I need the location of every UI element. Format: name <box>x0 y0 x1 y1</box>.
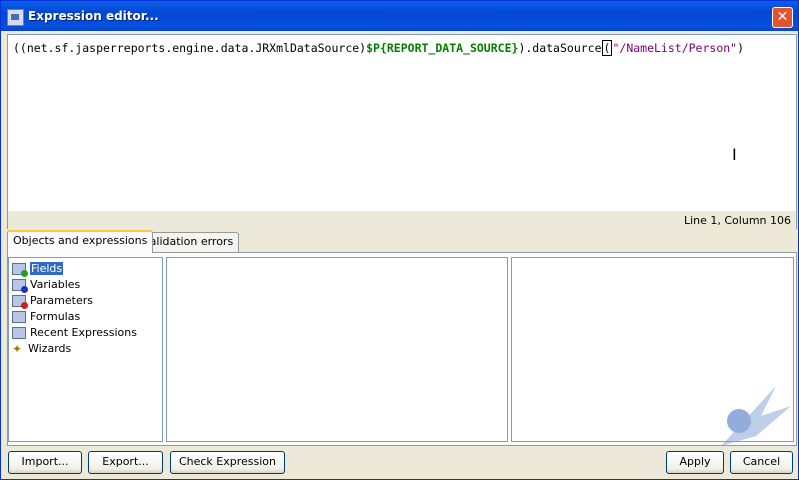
tab-objects-and-expressions[interactable]: Objects and expressions <box>7 230 154 253</box>
folder-blue-icon <box>12 279 28 293</box>
tree-item-label: Parameters <box>30 294 93 307</box>
folder-green-icon <box>12 263 28 277</box>
title-bar[interactable]: Expression editor... ✕ <box>1 1 798 31</box>
logo-circle <box>727 409 751 433</box>
import-button[interactable]: Import... <box>8 451 82 474</box>
tree-item-wizards[interactable]: ✦ Wizards <box>12 341 71 357</box>
check-expression-button[interactable]: Check Expression <box>170 451 285 474</box>
object-list-pane[interactable] <box>166 257 508 442</box>
tree-item-parameters[interactable]: Parameters <box>12 293 93 309</box>
tree-item-label: Wizards <box>28 342 72 355</box>
window-title: Expression editor... <box>28 9 159 23</box>
object-tree[interactable]: Fields Variables Parameters Formulas Rec… <box>8 257 163 442</box>
close-button[interactable]: ✕ <box>772 7 793 28</box>
folder-red-icon <box>12 295 28 309</box>
code-parameter: $P{REPORT_DATA_SOURCE} <box>366 41 519 55</box>
code-method: ).dataSource <box>518 41 602 55</box>
tree-item-label: Formulas <box>30 310 81 323</box>
tree-item-formulas[interactable]: Formulas <box>12 309 80 325</box>
status-bar: Line 1, Column 106 <box>7 211 797 229</box>
export-button[interactable]: Export... <box>88 451 163 474</box>
expression-editor-window: Expression editor... ✕ ((net.sf.jasperre… <box>0 0 799 480</box>
code-close-paren: ) <box>737 41 745 55</box>
objects-panel: Fields Variables Parameters Formulas Rec… <box>7 252 797 446</box>
text-cursor-icon: I <box>732 145 737 164</box>
app-icon <box>7 9 24 26</box>
code-open-paren: ( <box>601 40 613 56</box>
wand-icon: ✦ <box>12 342 23 356</box>
code-string: "/NameList/Person" <box>612 41 738 55</box>
folder-icon <box>12 311 26 323</box>
tree-item-label: Recent Expressions <box>30 326 137 339</box>
cursor-position: Line 1, Column 106 <box>683 214 791 227</box>
tree-item-variables[interactable]: Variables <box>12 277 80 293</box>
expression-text-area[interactable]: ((net.sf.jasperreports.engine.data.JRXml… <box>7 34 797 213</box>
watermark-logo <box>721 386 791 446</box>
tree-item-fields[interactable]: Fields <box>12 261 64 277</box>
tree-item-label: Fields <box>30 262 64 275</box>
code-cast: ((net.sf.jasperreports.engine.data.JRXml… <box>13 41 367 55</box>
folder-icon <box>12 327 26 339</box>
tree-item-label: Variables <box>30 278 81 291</box>
tree-item-recent-expressions[interactable]: Recent Expressions <box>12 325 137 341</box>
expression-code: ((net.sf.jasperreports.engine.data.JRXml… <box>13 40 745 56</box>
